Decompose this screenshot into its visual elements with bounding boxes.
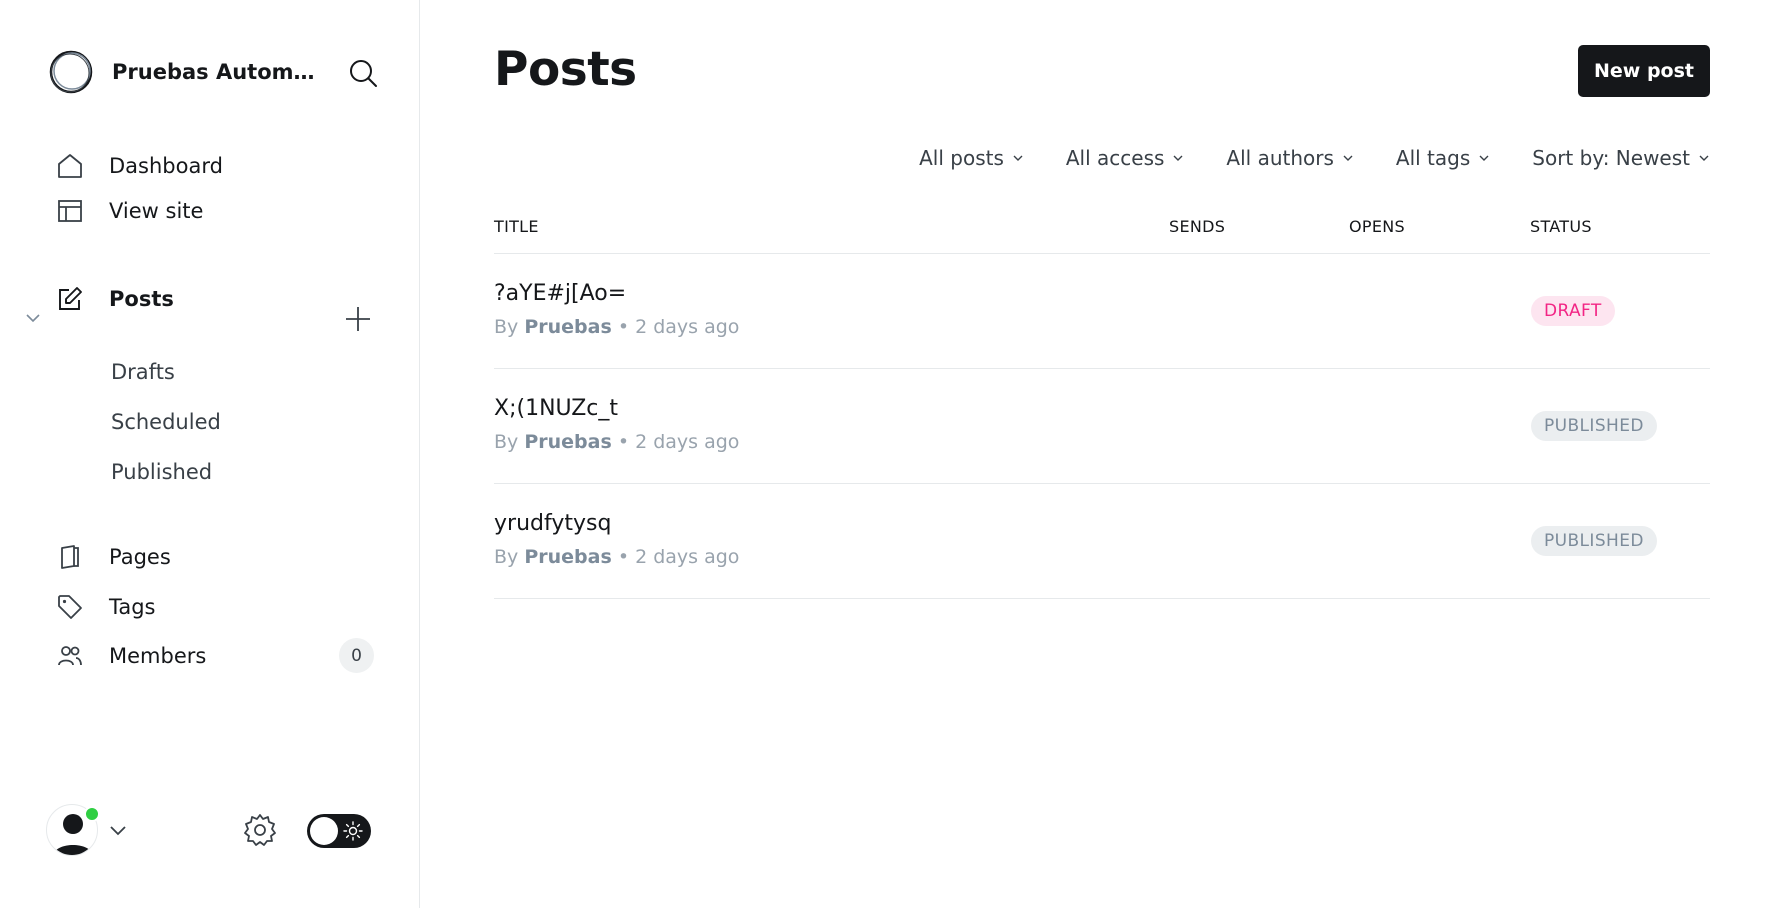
nav-drafts[interactable]: Drafts xyxy=(111,354,175,390)
post-author: Pruebas xyxy=(524,431,612,453)
filter-post-type-label: All posts xyxy=(919,146,1004,170)
online-status-dot xyxy=(84,806,100,822)
column-title: TITLE xyxy=(494,217,539,236)
chevron-down-icon xyxy=(1479,155,1489,161)
nav-pages-label: Pages xyxy=(109,545,171,569)
filter-access-label: All access xyxy=(1065,146,1165,170)
page-title: Posts xyxy=(494,42,637,97)
site-logo-icon xyxy=(49,50,93,94)
sun-icon xyxy=(343,821,363,841)
site-title: Pruebas Automatizadas xyxy=(112,60,317,84)
column-opens: OPENS xyxy=(1349,217,1405,236)
post-meta-by: By xyxy=(494,546,525,568)
post-title[interactable]: yrudfytysq xyxy=(494,511,611,536)
posts-table: TITLE SENDS OPENS STATUS ?aYE#j[Ao= By P… xyxy=(494,205,1710,599)
members-icon xyxy=(56,642,84,670)
column-sends: SENDS xyxy=(1169,217,1226,236)
nav-posts-label: Posts xyxy=(109,287,174,311)
tag-icon xyxy=(56,593,84,621)
table-row[interactable]: yrudfytysq By Pruebas • 2 days ago PUBLI… xyxy=(494,484,1710,599)
nav-tags[interactable]: Tags xyxy=(56,587,156,627)
status-badge: PUBLISHED xyxy=(1531,526,1657,556)
post-time: • 2 days ago xyxy=(611,546,740,568)
post-author: Pruebas xyxy=(524,316,612,338)
filter-authors[interactable]: All authors xyxy=(1226,146,1353,170)
main-content: Posts New post All posts All access All … xyxy=(420,0,1779,908)
post-time: • 2 days ago xyxy=(611,316,740,338)
site-brand[interactable]: Pruebas Automatizadas xyxy=(48,48,378,96)
add-post-icon[interactable] xyxy=(343,304,373,334)
home-icon xyxy=(56,152,84,180)
post-title[interactable]: X;(1NUZc_t xyxy=(494,396,618,421)
nav-members-label: Members xyxy=(109,644,207,668)
chevron-down-icon xyxy=(1699,155,1709,161)
status-badge: DRAFT xyxy=(1531,296,1615,326)
layout-icon xyxy=(56,197,84,225)
filter-authors-label: All authors xyxy=(1226,146,1334,170)
status-badge: PUBLISHED xyxy=(1531,411,1657,441)
nav-view-site[interactable]: View site xyxy=(56,191,203,231)
filter-bar: All posts All access All authors All tag… xyxy=(877,142,1710,174)
members-count-badge: 0 xyxy=(339,638,374,673)
search-icon[interactable] xyxy=(348,58,378,88)
post-meta-by: By xyxy=(494,431,525,453)
filter-post-type[interactable]: All posts xyxy=(919,146,1024,170)
table-row[interactable]: X;(1NUZc_t By Pruebas • 2 days ago PUBLI… xyxy=(494,369,1710,484)
edit-icon xyxy=(56,285,84,313)
gear-icon[interactable] xyxy=(242,812,278,848)
chevron-down-icon[interactable] xyxy=(24,309,42,327)
page-icon xyxy=(56,543,84,571)
table-row[interactable]: ?aYE#j[Ao= By Pruebas • 2 days ago DRAFT xyxy=(494,254,1710,369)
chevron-down-icon xyxy=(110,826,126,836)
filter-sort[interactable]: Sort by: Newest xyxy=(1532,146,1710,170)
theme-toggle-knob xyxy=(310,817,338,845)
chevron-down-icon xyxy=(1343,155,1353,161)
theme-toggle[interactable] xyxy=(307,814,371,848)
nav-posts[interactable]: Posts xyxy=(56,279,174,319)
chevron-down-icon xyxy=(1173,155,1183,161)
sidebar: Pruebas Automatizadas Dashboard View sit… xyxy=(0,0,420,908)
nav-published[interactable]: Published xyxy=(111,454,212,490)
filter-sort-label: Sort by: Newest xyxy=(1532,146,1690,170)
post-meta: By Pruebas • 2 days ago xyxy=(494,431,739,453)
nav-view-site-label: View site xyxy=(109,199,204,223)
nav-pages[interactable]: Pages xyxy=(56,537,171,577)
filter-tags[interactable]: All tags xyxy=(1396,146,1490,170)
post-title[interactable]: ?aYE#j[Ao= xyxy=(494,281,626,306)
post-meta: By Pruebas • 2 days ago xyxy=(494,316,739,338)
filter-access[interactable]: All access xyxy=(1066,146,1185,170)
nav-members[interactable]: Members xyxy=(56,636,206,676)
nav-scheduled[interactable]: Scheduled xyxy=(111,404,221,440)
new-post-button[interactable]: New post xyxy=(1578,45,1710,97)
post-meta: By Pruebas • 2 days ago xyxy=(494,546,739,568)
table-header: TITLE SENDS OPENS STATUS xyxy=(494,205,1710,254)
nav-tags-label: Tags xyxy=(109,595,156,619)
column-status: STATUS xyxy=(1530,217,1592,236)
post-meta-by: By xyxy=(494,316,525,338)
post-author: Pruebas xyxy=(524,546,612,568)
post-time: • 2 days ago xyxy=(611,431,740,453)
filter-tags-label: All tags xyxy=(1395,146,1471,170)
nav-dashboard-label: Dashboard xyxy=(109,154,223,178)
nav-dashboard[interactable]: Dashboard xyxy=(56,146,223,186)
chevron-down-icon xyxy=(1013,155,1023,161)
